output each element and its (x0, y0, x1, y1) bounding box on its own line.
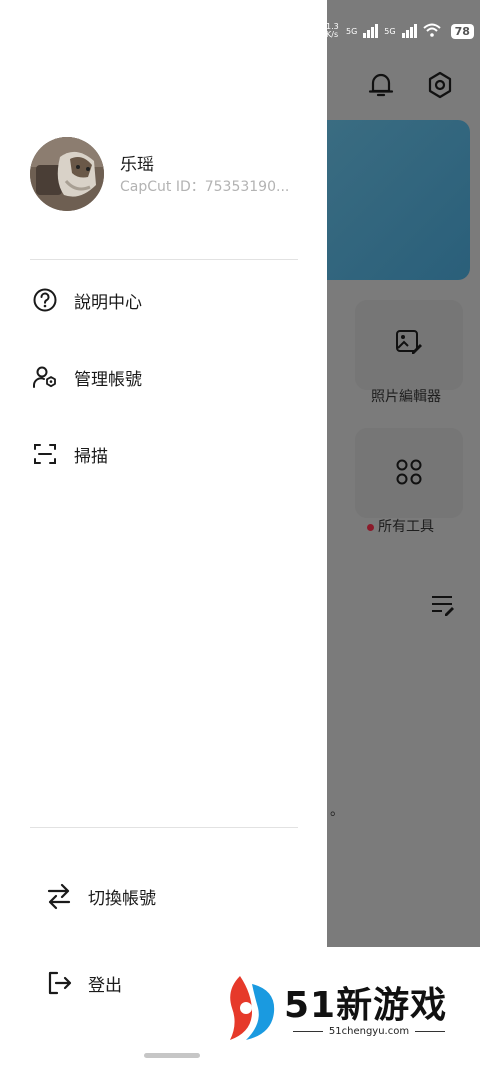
menu-item-help-center[interactable]: 說明中心 (30, 278, 298, 322)
edit-list-icon[interactable] (430, 593, 456, 621)
user-name: 乐瑶 (120, 155, 154, 175)
menu-item-label: 說明中心 (74, 292, 142, 313)
status-bar: 1.3 K/s 5G 5G 78 (326, 18, 480, 44)
user-id: CapCut ID：75353190... (120, 179, 290, 195)
watermark-logo-icon (222, 972, 278, 1048)
menu-item-label: 切換帳號 (88, 888, 156, 909)
side-drawer: 乐瑶 CapCut ID：75353190... 說明中心 管理帳號 掃描 切換… (0, 0, 327, 1067)
menu-item-switch-account[interactable]: 切換帳號 (44, 874, 312, 918)
photo-editor-label: 照片編輯器 (371, 389, 441, 405)
signal-1-icon (363, 24, 379, 38)
network-speed: 1.3 K/s (326, 22, 339, 39)
home-indicator[interactable] (144, 1053, 200, 1058)
help-circle-icon (30, 285, 60, 315)
stray-character: 。 (330, 803, 344, 819)
promo-banner[interactable] (310, 120, 470, 280)
logout-icon (44, 968, 74, 998)
photo-edit-icon (395, 328, 423, 360)
network-2-label: 5G (384, 26, 396, 36)
menu-item-label: 掃描 (74, 446, 108, 467)
menu-item-label: 管理帳號 (74, 369, 142, 390)
menu-item-label: 登出 (88, 975, 122, 996)
all-tools-label: 所有工具 (367, 516, 434, 536)
watermark-url: 51chengyu.com (284, 1026, 454, 1037)
watermark: 51新游戏 51chengyu.com (222, 970, 462, 1050)
divider-bottom (30, 827, 298, 828)
grid-icon (395, 458, 423, 490)
avatar[interactable] (30, 137, 104, 211)
watermark-brand: 51新游戏 (284, 985, 448, 1026)
all-tools-tile[interactable] (355, 428, 463, 518)
divider-top (30, 259, 298, 260)
photo-editor-tile[interactable] (355, 300, 463, 390)
signal-2-icon (401, 24, 417, 38)
network-1-label: 5G (346, 26, 358, 36)
new-badge-dot (367, 523, 374, 531)
menu-item-scan[interactable]: 掃描 (30, 432, 298, 476)
bell-icon[interactable] (366, 70, 396, 104)
battery-indicator: 78 (450, 23, 474, 39)
manage-account-icon (30, 362, 60, 392)
switch-arrows-icon (44, 881, 74, 911)
scan-icon (30, 439, 60, 469)
menu-item-manage-account[interactable]: 管理帳號 (30, 355, 298, 399)
wifi-icon (422, 23, 441, 40)
settings-icon[interactable] (425, 70, 455, 104)
